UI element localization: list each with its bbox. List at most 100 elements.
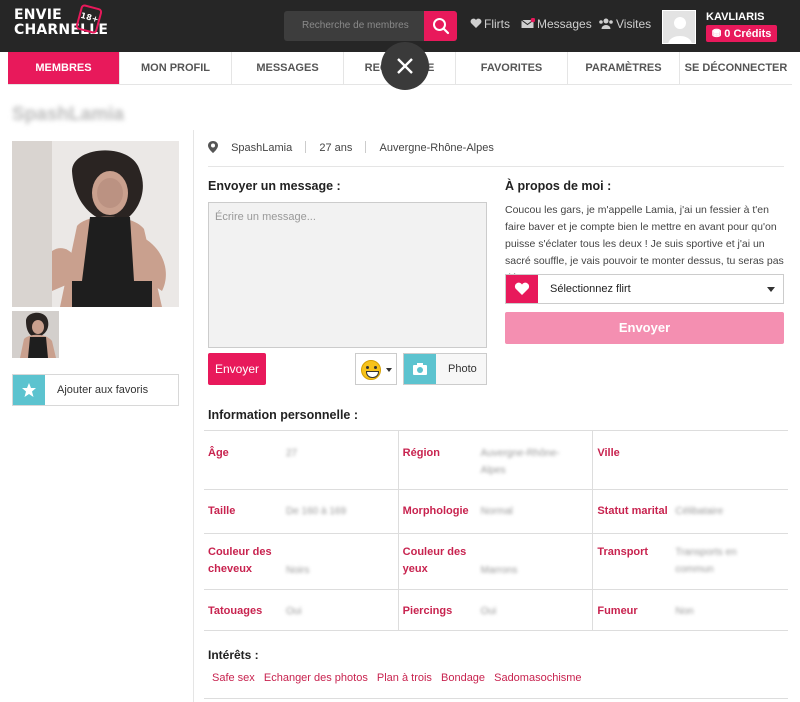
close-icon xyxy=(397,58,413,74)
info-cell: Couleur des yeux Marrons xyxy=(399,534,594,589)
interests-title: Intérêts : xyxy=(208,648,259,662)
info-label: Morphologie xyxy=(402,505,469,517)
info-label: Couleur des cheveux xyxy=(208,546,272,575)
summary-username: SpashLamia xyxy=(231,142,293,154)
credits-label: 0 Crédits xyxy=(724,28,772,40)
search-button[interactable] xyxy=(424,11,457,41)
table-row: Couleur des cheveux Noirs Couleur des ye… xyxy=(204,534,788,590)
tab-parametres[interactable]: PARAMÈTRES xyxy=(568,52,680,84)
info-cell: Taille De 160 à 169 xyxy=(204,490,399,533)
info-cell: Transport Transports en commun xyxy=(593,534,788,589)
divider xyxy=(208,166,784,167)
search-input[interactable]: Recherche de membres xyxy=(284,11,424,41)
add-favorite-label: Ajouter aux favoris xyxy=(57,384,149,396)
nav-flirts[interactable]: Flirts xyxy=(470,17,510,31)
summary-age: 27 ans xyxy=(319,142,353,154)
table-row: Taille De 160 à 169 Morphologie Normal S… xyxy=(204,490,788,534)
info-cell: Région Auvergne-Rhône-Alpes xyxy=(399,431,594,489)
info-label: Taille xyxy=(208,505,236,517)
send-flirt-button[interactable]: Envoyer xyxy=(505,312,784,344)
divider xyxy=(365,141,367,153)
info-cell: Âge 27 xyxy=(204,431,399,489)
star-icon-box xyxy=(13,375,45,405)
flirt-select[interactable]: Sélectionnez flirt xyxy=(505,274,784,304)
heart-icon xyxy=(514,282,530,295)
table-row: Âge 27 Région Auvergne-Rhône-Alpes Ville xyxy=(204,431,788,490)
camera-icon xyxy=(413,363,427,375)
message-textarea[interactable]: Écrire un message... xyxy=(208,202,487,348)
tab-membres[interactable]: MEMBRES xyxy=(8,52,120,84)
info-label: Ville xyxy=(597,447,620,459)
mail-icon xyxy=(521,18,535,28)
message-section-title: Envoyer un message : xyxy=(208,179,341,193)
emoji-picker-button[interactable] xyxy=(355,353,397,385)
info-value: Normal xyxy=(480,506,513,517)
info-cell: Morphologie Normal xyxy=(399,490,594,533)
info-value: Non xyxy=(675,606,694,617)
thumbnail-image xyxy=(12,311,59,358)
about-section-title: À propos de moi : xyxy=(505,179,612,193)
info-label: Statut marital xyxy=(597,505,668,517)
info-label: Fumeur xyxy=(597,605,638,617)
coins-icon: ⛃ xyxy=(712,28,722,40)
tab-mon-profil[interactable]: MON PROFIL xyxy=(120,52,232,84)
column-divider xyxy=(193,130,194,702)
info-value: Oui xyxy=(480,606,497,617)
info-value: Transports en commun xyxy=(675,547,737,575)
info-cell: Fumeur Non xyxy=(593,590,788,630)
info-value: Marrons xyxy=(480,565,518,576)
profile-thumbnail[interactable] xyxy=(12,311,59,358)
info-value: Auvergne-Rhône-Alpes xyxy=(480,448,560,476)
nav-visits[interactable]: Visites xyxy=(598,17,651,31)
send-photo-button[interactable]: Photo xyxy=(403,353,487,385)
info-label: Transport xyxy=(597,546,649,558)
user-silhouette-icon xyxy=(663,11,695,43)
search-icon xyxy=(433,18,450,35)
interest-tag[interactable]: Bondage xyxy=(441,672,485,684)
personal-info-table: Âge 27 Région Auvergne-Rhône-Alpes Ville… xyxy=(204,431,788,631)
chevron-down-icon xyxy=(386,368,392,372)
heart-icon xyxy=(470,18,482,28)
info-value: Célibataire xyxy=(675,506,724,517)
star-icon xyxy=(22,383,36,397)
add-favorite-button[interactable]: Ajouter aux favoris xyxy=(12,374,179,406)
tab-deconnecter[interactable]: SE DÉCONNECTER xyxy=(680,52,792,84)
camera-icon-box xyxy=(404,354,436,384)
send-message-button[interactable]: Envoyer xyxy=(208,353,266,385)
info-cell: Tatouages Oui xyxy=(204,590,399,630)
profile-title: SpashLamia xyxy=(12,104,124,125)
chevron-down-icon xyxy=(767,287,775,292)
photo-label: Photo xyxy=(448,363,477,375)
tab-favorites[interactable]: FAVORITES xyxy=(456,52,568,84)
user-name[interactable]: KAVLIARIS xyxy=(706,11,764,23)
info-cell: Statut marital Célibataire xyxy=(593,490,788,533)
info-value: 27 xyxy=(286,448,298,459)
interest-tag[interactable]: Sadomasochisme xyxy=(494,672,581,684)
table-row: Tatouages Oui Piercings Oui Fumeur Non xyxy=(204,590,788,631)
info-label: Piercings xyxy=(402,605,453,617)
location-pin-icon xyxy=(208,141,218,154)
info-value: Oui xyxy=(286,606,302,617)
interest-tag[interactable]: Safe sex xyxy=(212,672,255,684)
info-cell: Couleur des cheveux Noirs xyxy=(204,534,399,589)
info-label: Région xyxy=(402,447,440,459)
interest-tag[interactable]: Plan à trois xyxy=(377,672,432,684)
nav-messages-label: Messages xyxy=(537,17,592,31)
profile-main-photo[interactable] xyxy=(12,141,179,307)
summary-region: Auvergne-Rhône-Alpes xyxy=(379,142,494,154)
info-value: Noirs xyxy=(286,565,310,576)
nav-messages[interactable]: Messages xyxy=(521,17,592,31)
interest-tag[interactable]: Echanger des photos xyxy=(264,672,368,684)
avatar[interactable] xyxy=(662,10,696,44)
info-label: Couleur des yeux xyxy=(402,546,467,575)
personal-info-title: Information personnelle : xyxy=(208,408,359,422)
site-logo[interactable]: ENVIE CHARNELLE 18+ xyxy=(14,3,108,44)
info-label: Âge xyxy=(208,447,229,459)
info-label: Tatouages xyxy=(208,605,263,617)
close-overlay-button[interactable] xyxy=(381,42,429,90)
credits-badge[interactable]: ⛃ 0 Crédits xyxy=(706,25,778,42)
info-cell: Ville xyxy=(593,431,788,489)
divider xyxy=(204,698,788,699)
info-value: De 160 à 169 xyxy=(286,506,347,517)
tab-messages[interactable]: MESSAGES xyxy=(232,52,344,84)
